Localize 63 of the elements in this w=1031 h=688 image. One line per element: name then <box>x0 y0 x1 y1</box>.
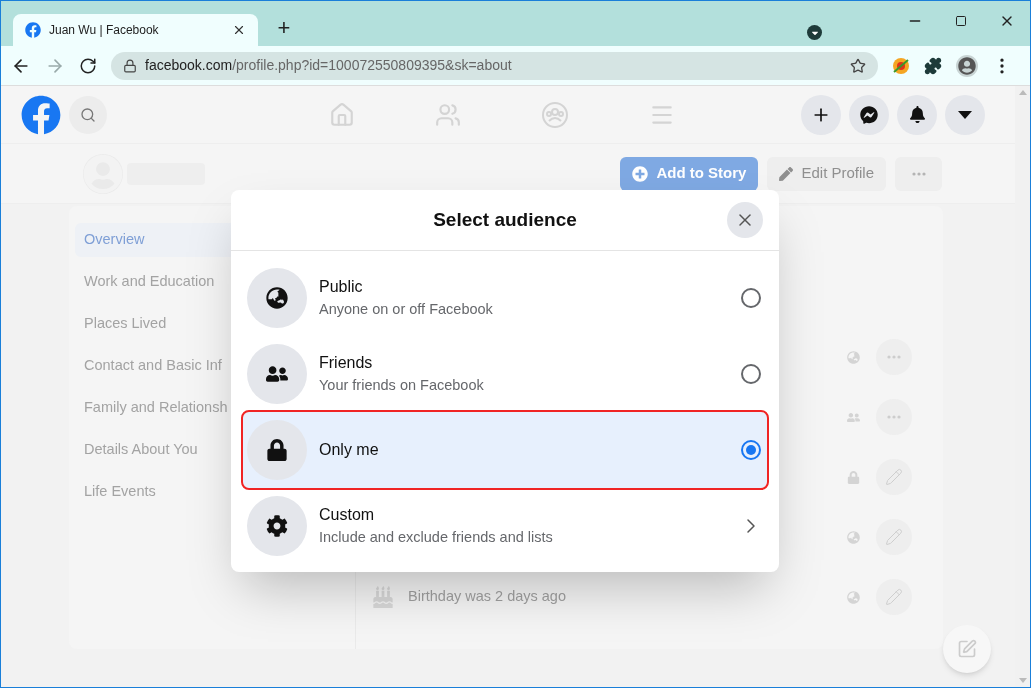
tab-title: Juan Wu | Facebook <box>49 22 160 39</box>
audience-option[interactable]: Public Anyone on or off Facebook <box>243 260 767 336</box>
create-button[interactable] <box>801 94 841 135</box>
facebook-logo-icon <box>25 22 41 38</box>
radio-button[interactable] <box>741 288 761 308</box>
account-menu-button[interactable] <box>945 94 985 135</box>
messenger-icon <box>860 105 878 124</box>
option-title: Custom <box>319 505 376 526</box>
close-button[interactable] <box>727 202 763 238</box>
profile-dropdown-icon[interactable] <box>807 25 822 40</box>
globe-icon <box>847 530 860 544</box>
caret-icon <box>958 110 972 119</box>
new-tab-button[interactable]: + <box>270 14 298 42</box>
people-icon <box>847 410 860 424</box>
search-button[interactable] <box>69 95 107 134</box>
pencil-icon <box>885 528 903 546</box>
option-subtitle: Anyone on or off Facebook <box>319 300 494 320</box>
url-text: facebook.com/profile.php?id=100072550809395&sk=about <box>145 56 513 75</box>
lock-icon <box>123 58 137 73</box>
pencil-icon <box>885 588 903 606</box>
gear-icon <box>266 515 288 537</box>
maximize-icon[interactable] <box>955 15 967 27</box>
pencil-icon <box>779 166 794 181</box>
facebook-logo-icon[interactable] <box>21 94 61 135</box>
extensions-icon[interactable] <box>924 56 942 75</box>
birthday-text: Birthday was 2 days ago <box>408 587 566 607</box>
globe-icon <box>847 350 860 364</box>
radio-button[interactable] <box>741 440 761 460</box>
browser-tab[interactable]: Juan Wu | Facebook <box>13 14 258 46</box>
radio-button[interactable] <box>741 364 761 384</box>
option-subtitle: Your friends on Facebook <box>319 376 485 396</box>
cake-icon <box>372 586 394 608</box>
lock-icon <box>847 470 860 484</box>
dialog-title: Select audience <box>433 207 577 232</box>
account-icon[interactable] <box>956 54 978 77</box>
messenger-button[interactable] <box>849 94 889 135</box>
globe-icon <box>847 590 860 604</box>
edit-profile-button[interactable]: Edit Profile <box>767 156 886 191</box>
extension-icon[interactable] <box>892 56 910 75</box>
option-title: Only me <box>319 440 380 460</box>
people-icon <box>266 363 288 385</box>
reload-icon[interactable] <box>79 56 97 75</box>
lock-icon <box>266 439 288 461</box>
option-subtitle: Include and exclude friends and lists <box>319 528 554 548</box>
option-title: Friends <box>319 353 374 374</box>
more-icon <box>887 355 901 359</box>
more-icon <box>887 415 901 419</box>
audience-option[interactable]: Only me <box>243 412 767 488</box>
plus-icon <box>632 165 649 182</box>
add-story-button[interactable]: Add to Story <box>620 156 759 191</box>
option-title: Public <box>319 277 364 298</box>
audience-option[interactable]: Friends Your friends on Facebook <box>243 336 767 412</box>
address-bar[interactable]: facebook.com/profile.php?id=100072550809395&sk=about <box>111 51 878 80</box>
audience-option[interactable]: Custom Include and exclude friends and lists <box>243 488 767 564</box>
bookmark-star-icon[interactable] <box>850 57 866 74</box>
search-icon <box>80 106 96 123</box>
close-icon[interactable] <box>232 23 246 37</box>
globe-icon <box>266 287 288 309</box>
notifications-button[interactable] <box>897 94 937 135</box>
pencil-icon <box>885 468 903 486</box>
bell-icon <box>908 106 926 123</box>
compose-icon <box>957 639 977 659</box>
more-icon <box>911 171 926 176</box>
